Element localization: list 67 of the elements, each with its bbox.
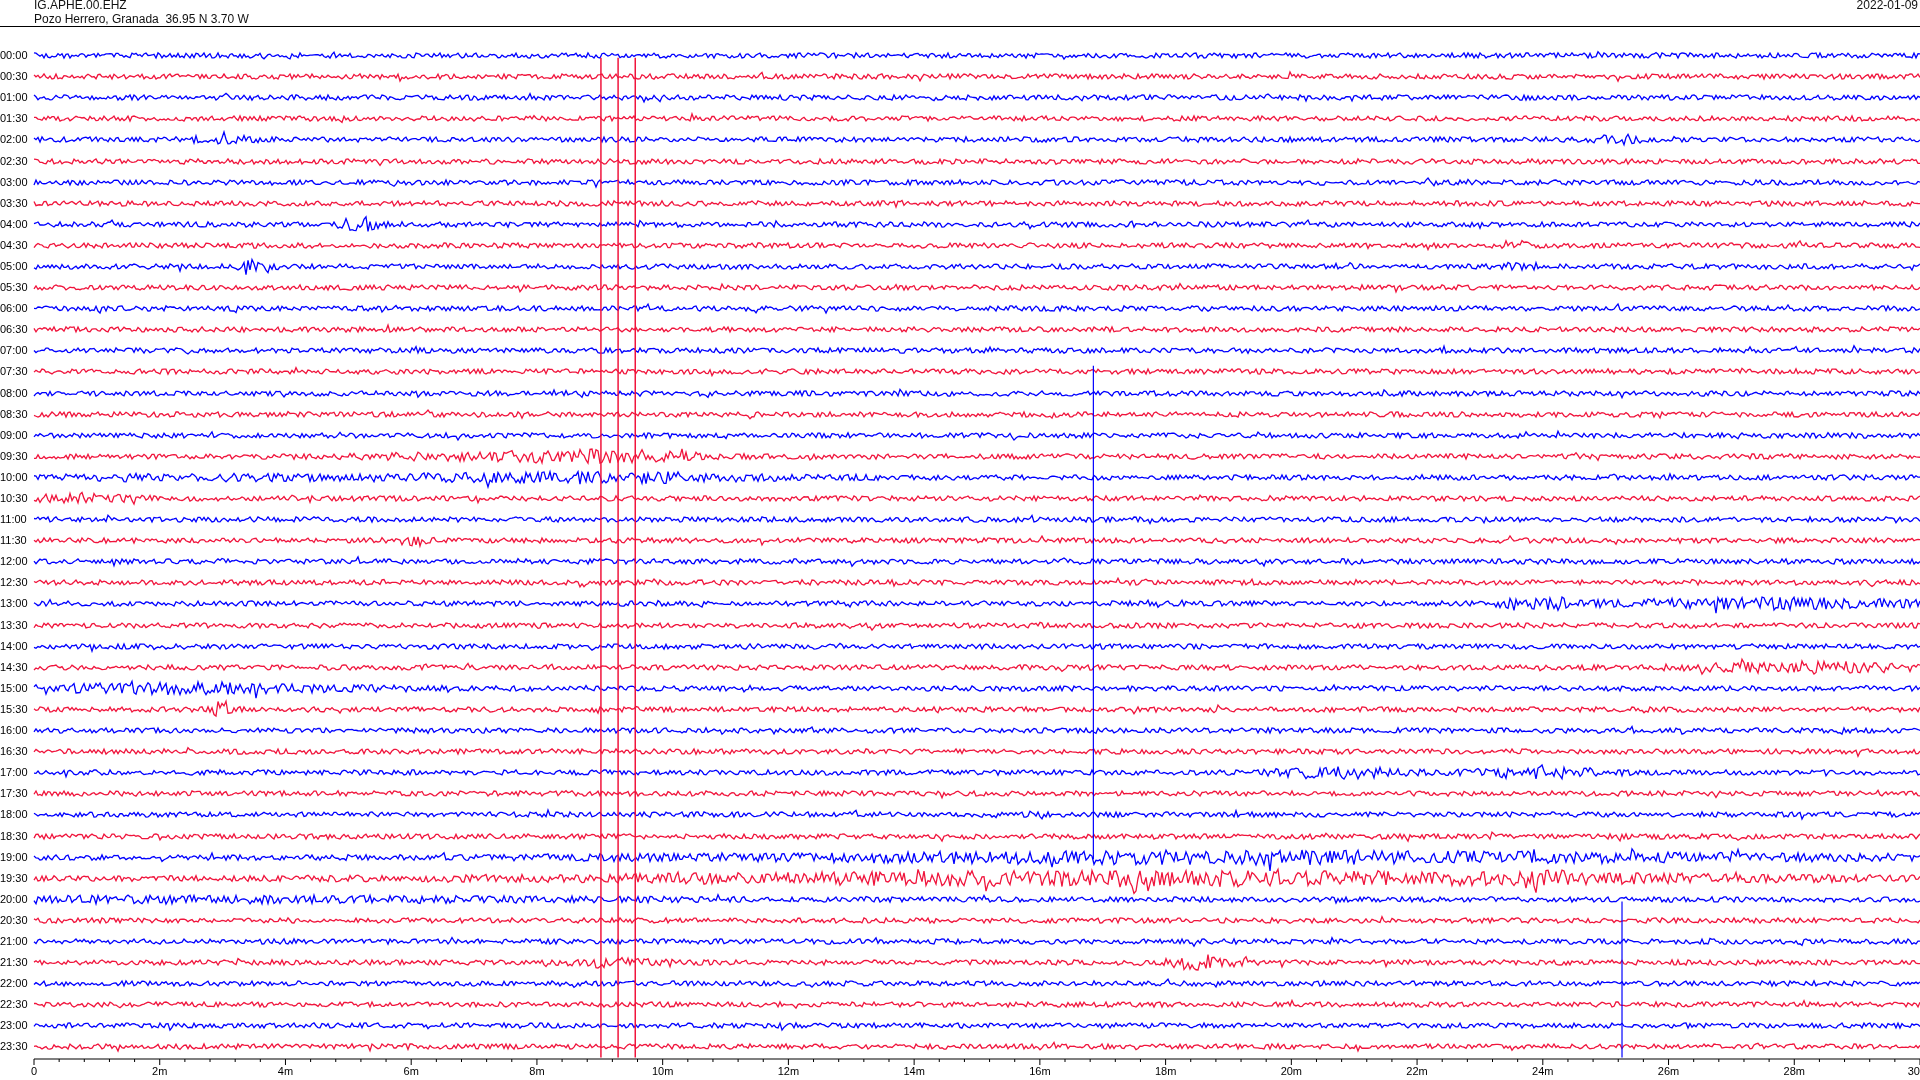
time-label: 00:00	[0, 50, 29, 62]
time-label: 21:00	[0, 936, 29, 947]
time-label: 08:00	[0, 387, 29, 399]
time-label: 10:30	[0, 493, 29, 504]
time-label: 22:00	[0, 978, 29, 990]
time-label: 01:30	[0, 113, 29, 125]
time-label: 03:00	[0, 176, 29, 188]
time-label: 04:00	[0, 218, 29, 230]
time-label: 19:00	[0, 851, 29, 863]
time-label: 05:00	[0, 261, 29, 272]
time-label: 18:30	[0, 830, 29, 842]
time-label: 19:30	[0, 872, 29, 884]
time-label: 11:00	[0, 514, 28, 526]
time-label: 22:30	[0, 999, 29, 1011]
station-location: Pozo Herrero, Granada 36.95 N 3.70 W	[34, 12, 249, 26]
time-label: 11:30	[0, 535, 28, 547]
time-label: 14:00	[0, 640, 29, 652]
axis-label: 0	[30, 1064, 38, 1077]
time-label: 02:30	[0, 155, 29, 167]
time-label: 12:30	[0, 577, 29, 589]
axis-label: 2m	[152, 1064, 168, 1077]
time-label: 23:00	[0, 1020, 29, 1032]
time-label: 10:00	[0, 471, 29, 483]
axis-label: 12m	[777, 1064, 800, 1077]
axis-label: 20m	[1280, 1064, 1303, 1077]
time-label: 06:30	[0, 324, 29, 336]
time-label: 13:00	[0, 598, 29, 610]
time-label: 21:30	[0, 957, 29, 969]
time-label: 20:30	[0, 914, 29, 926]
time-label: 06:00	[0, 303, 29, 315]
time-label: 18:00	[0, 809, 29, 821]
time-label: 20:00	[0, 893, 29, 905]
time-label: 00:30	[0, 71, 29, 83]
time-label: 05:30	[0, 282, 29, 294]
time-label: 14:30	[0, 661, 29, 673]
axis-label: 8m	[529, 1064, 545, 1077]
record-date: 2022-01-09	[1856, 0, 1918, 14]
time-label: 02:00	[0, 134, 29, 146]
axis-label: 28m	[1783, 1064, 1805, 1077]
time-label: 16:00	[0, 725, 29, 737]
axis-label: 26m	[1657, 1064, 1680, 1077]
time-label: 16:30	[0, 746, 29, 758]
time-label: 13:30	[0, 619, 29, 631]
axis-label: 10m	[651, 1064, 674, 1077]
time-label: 15:00	[0, 682, 29, 694]
axis-label: 18m	[1154, 1064, 1177, 1077]
axis-label: 6m	[403, 1064, 419, 1077]
time-label: 17:00	[0, 767, 29, 779]
axis-label: 22m	[1406, 1064, 1428, 1077]
time-label: 09:30	[0, 450, 29, 462]
time-label: 07:30	[0, 366, 29, 378]
time-label: 09:00	[0, 429, 29, 441]
axis-label: 16m	[1029, 1064, 1051, 1077]
time-label: 04:30	[0, 239, 29, 251]
time-label: 17:30	[0, 788, 29, 800]
time-label: 15:30	[0, 703, 29, 715]
time-label: 12:00	[0, 556, 29, 568]
axis-label: 30	[1907, 1064, 1920, 1077]
axis-label: 14m	[903, 1064, 925, 1077]
time-label: 08:30	[0, 408, 29, 420]
axis-label: 4m	[277, 1064, 294, 1077]
time-label: 23:30	[0, 1041, 29, 1053]
time-label: 03:30	[0, 197, 29, 209]
time-label: 07:00	[0, 345, 29, 357]
station-code: IG.APHE.00.EHZ	[34, 0, 128, 12]
axis-label: 24m	[1532, 1064, 1554, 1077]
time-label: 01:00	[0, 92, 29, 104]
